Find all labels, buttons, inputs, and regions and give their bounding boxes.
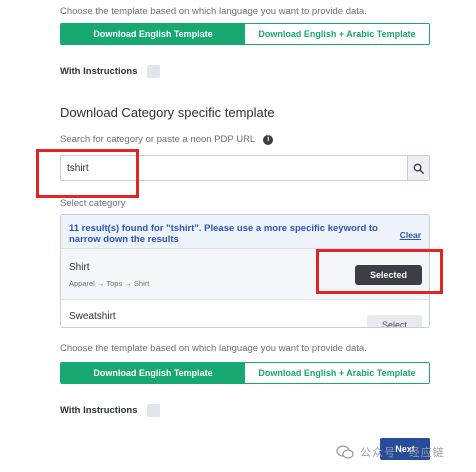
results-message: 11 result(s) found for "tshirt". Please …: [69, 223, 378, 245]
search-label-row: Search for category or paste a noon PDP …: [60, 134, 274, 145]
download-english-arabic-template-button[interactable]: Download English + Arabic Template: [245, 363, 429, 383]
with-instructions-label: With Instructions: [60, 66, 138, 77]
download-english-template-button[interactable]: Download English Template: [61, 24, 245, 44]
result-name: Sweatshirt: [69, 311, 116, 322]
results-header: 11 result(s) found for "tshirt". Please …: [61, 215, 429, 249]
template-button-group-bottom: Download English Template Download Engli…: [60, 362, 430, 384]
watermark: 公众号 · 经应链: [336, 444, 445, 460]
select-category-label: Select category: [60, 198, 126, 209]
with-instructions-checkbox[interactable]: [146, 404, 160, 417]
result-row[interactable]: Sweatshirt Select: [61, 300, 429, 327]
category-section-title: Download Category specific template: [60, 105, 275, 120]
with-instructions-row-bottom: With Instructions: [60, 404, 160, 417]
search-highlight-box: [36, 149, 139, 198]
search-button[interactable]: [407, 156, 429, 180]
download-english-template-button[interactable]: Download English Template: [61, 363, 245, 383]
search-label: Search for category or paste a noon PDP …: [60, 134, 256, 145]
download-english-arabic-template-button[interactable]: Download English + Arabic Template: [245, 24, 429, 44]
language-hint: Choose the template based on which langu…: [60, 6, 367, 17]
wechat-icon: [336, 445, 354, 459]
watermark-text: 公众号 · 经应链: [360, 447, 445, 459]
with-instructions-checkbox[interactable]: [146, 65, 160, 78]
result-category-path: Apparel → Tops → Shirt: [69, 279, 150, 288]
language-hint-bottom: Choose the template based on which langu…: [60, 343, 367, 354]
result-name: Shirt: [69, 262, 90, 273]
search-icon: [413, 163, 424, 174]
with-instructions-row: With Instructions: [60, 65, 160, 78]
info-icon[interactable]: i: [263, 134, 274, 145]
selected-highlight-box: [316, 249, 443, 294]
clear-link[interactable]: Clear: [400, 230, 421, 240]
template-button-group: Download English Template Download Engli…: [60, 23, 430, 45]
with-instructions-label: With Instructions: [60, 405, 138, 416]
select-button[interactable]: Select: [367, 315, 422, 327]
